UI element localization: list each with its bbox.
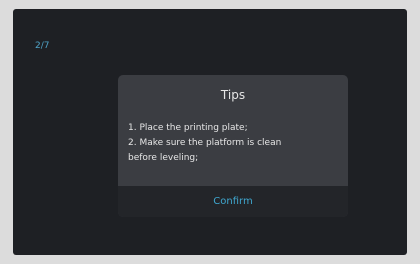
message-line: before leveling; xyxy=(128,153,199,163)
tips-dialog: Tips 1. Place the printing plate; 2. Mak… xyxy=(118,75,348,217)
confirm-button[interactable]: Confirm xyxy=(118,186,348,217)
message-line: 1. Place the printing plate; xyxy=(128,123,248,133)
dialog-title: Tips xyxy=(220,88,246,102)
printer-screen: 2/7 Tips 1. Place the printing plate; 2.… xyxy=(13,9,407,255)
dialog-message: 1. Place the printing plate; 2. Make sur… xyxy=(128,121,342,166)
message-line: 2. Make sure the platform is clean xyxy=(128,138,282,148)
dialog-footer: Confirm xyxy=(118,186,348,217)
page-indicator: 2/7 xyxy=(35,41,50,51)
